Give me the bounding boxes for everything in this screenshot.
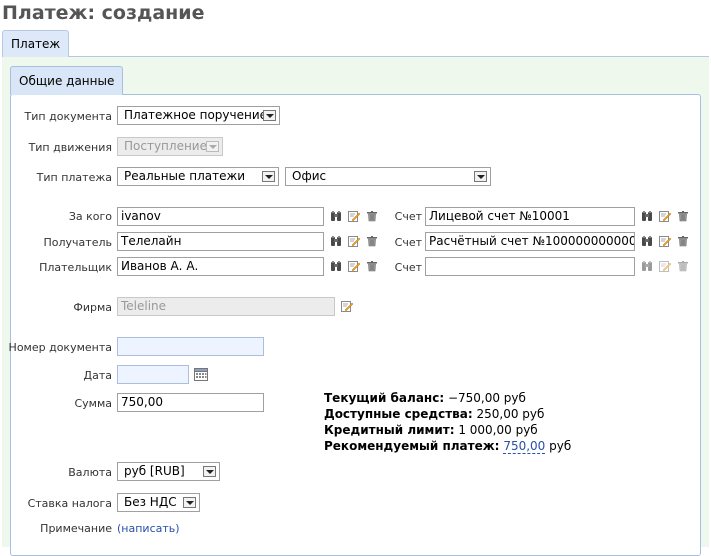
edit-icon[interactable] (348, 210, 360, 222)
payer-input[interactable]: Иванов А. А. (117, 257, 324, 276)
recipient-account-input[interactable]: Расчётный счет №1000000000000 (425, 232, 635, 251)
payer-account-label: Счет (394, 261, 422, 274)
movement-type-value: Поступление (124, 139, 207, 153)
date-input[interactable] (117, 365, 189, 384)
amount-label: Сумма (74, 397, 112, 410)
chevron-down-icon[interactable] (203, 466, 216, 477)
firm-input: Teleline (117, 297, 335, 316)
currency-select[interactable]: руб [RUB] (117, 462, 220, 481)
edit-icon[interactable] (659, 235, 671, 247)
chevron-down-icon (206, 141, 219, 152)
credit-limit-label: Кредитный лимит: (324, 423, 455, 437)
available-funds: Доступные средства: 250,00 руб (324, 407, 544, 421)
credit-limit-value: 1 000,00 руб (458, 423, 538, 437)
for-whom-label: За кого (68, 210, 112, 223)
search-icon[interactable] (330, 210, 342, 222)
trash-icon[interactable] (366, 210, 378, 222)
current-balance-label: Текущий баланс: (324, 391, 445, 405)
doc-number-label: Номер документа (8, 341, 112, 354)
tab-payment[interactable]: Платеж (2, 30, 70, 57)
recommended-payment-link[interactable]: 750,00 (503, 439, 546, 454)
chevron-down-icon[interactable] (262, 171, 275, 182)
edit-icon[interactable] (659, 210, 671, 222)
movement-type-label: Тип движения (28, 141, 112, 154)
search-icon[interactable] (330, 235, 342, 247)
chevron-down-icon[interactable] (474, 171, 487, 182)
doc-type-value: Платежное поручение (124, 108, 268, 122)
date-label: Дата (83, 369, 112, 382)
search-icon[interactable] (641, 260, 653, 272)
doc-number-input[interactable] (117, 337, 264, 356)
page-title: Платеж: создание (2, 2, 205, 24)
edit-icon[interactable] (348, 260, 360, 272)
tax-rate-select[interactable]: Без НДС (117, 493, 200, 512)
trash-icon[interactable] (677, 235, 689, 247)
trash-icon[interactable] (677, 210, 689, 222)
chevron-down-icon[interactable] (263, 110, 276, 121)
edit-icon[interactable] (348, 235, 360, 247)
recommended-payment: Рекомендуемый платеж: 750,00 руб (324, 439, 572, 454)
recommended-payment-label: Рекомендуемый платеж: (324, 439, 500, 453)
calendar-icon[interactable] (194, 367, 208, 381)
edit-icon[interactable] (341, 300, 353, 312)
current-balance: Текущий баланс: −750,00 руб (324, 391, 526, 405)
currency-value: руб [RUB] (124, 464, 185, 478)
for-whom-account-input[interactable]: Лицевой счет №10001 (425, 207, 635, 226)
payment-type-value: Реальные платежи (124, 169, 246, 183)
search-icon[interactable] (641, 210, 653, 222)
recipient-account-label: Счет (394, 236, 422, 249)
recipient-label: Получатель (43, 236, 112, 249)
trash-icon[interactable] (366, 235, 378, 247)
inner-panel (10, 94, 701, 556)
credit-limit: Кредитный лимит: 1 000,00 руб (324, 423, 538, 437)
note-label: Примечание (40, 522, 112, 535)
current-balance-value: −750,00 руб (447, 391, 526, 405)
search-icon[interactable] (330, 260, 342, 272)
chevron-down-icon[interactable] (183, 497, 196, 508)
tax-rate-label: Ставка налога (27, 497, 112, 510)
trash-icon[interactable] (366, 260, 378, 272)
firm-label: Фирма (73, 301, 112, 314)
payer-label: Плательщик (39, 261, 112, 274)
amount-input[interactable]: 750,00 (117, 393, 264, 412)
search-icon[interactable] (641, 235, 653, 247)
note-write-link[interactable]: (написать) (117, 522, 180, 535)
recipient-input[interactable]: Телелайн (117, 232, 324, 251)
tax-rate-value: Без НДС (124, 495, 177, 509)
doc-type-label: Тип документа (24, 110, 112, 123)
payment-type-select[interactable]: Реальные платежи (117, 167, 279, 186)
currency-label: Валюта (68, 466, 112, 479)
recommended-payment-unit: руб (549, 439, 572, 453)
movement-type-select: Поступление (117, 137, 223, 156)
tab-general-data[interactable]: Общие данные (10, 66, 124, 95)
trash-icon[interactable] (677, 260, 689, 272)
edit-icon[interactable] (659, 260, 671, 272)
available-funds-label: Доступные средства: (324, 407, 473, 421)
payer-account-input[interactable] (425, 257, 635, 276)
office-select[interactable]: Офис (285, 167, 491, 186)
for-whom-input[interactable]: ivanov (117, 207, 324, 226)
doc-type-select[interactable]: Платежное поручение (117, 106, 280, 125)
payment-type-label: Тип платежа (36, 171, 112, 184)
for-whom-account-label: Счет (394, 210, 422, 223)
office-value: Офис (292, 169, 327, 183)
available-funds-value: 250,00 руб (476, 407, 545, 421)
